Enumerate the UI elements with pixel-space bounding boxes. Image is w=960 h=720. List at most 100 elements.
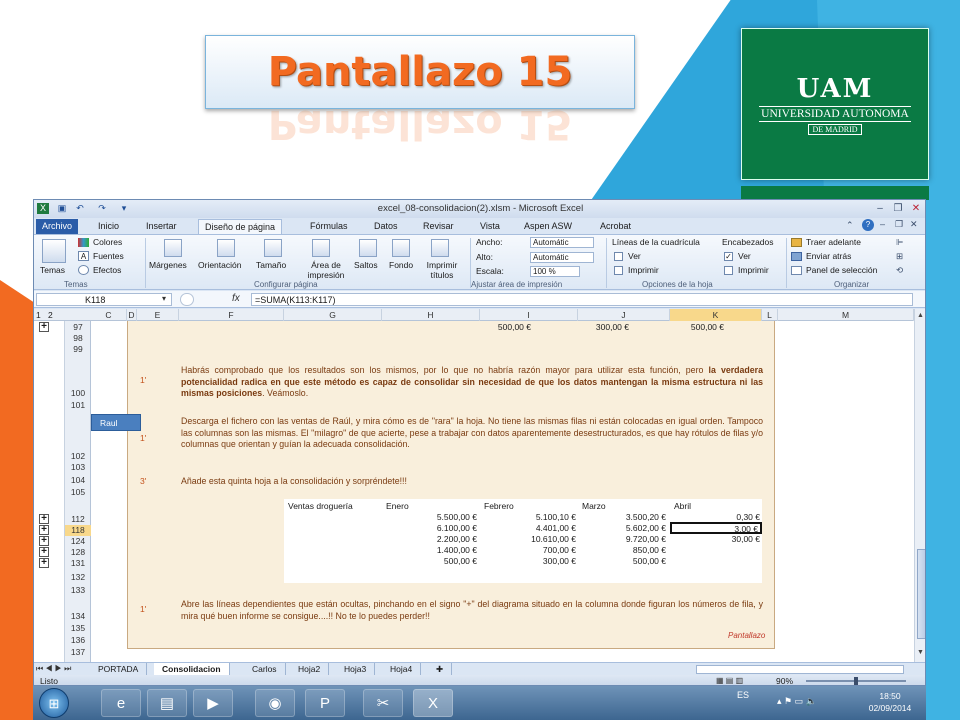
firefox-icon[interactable]: ◉: [255, 689, 295, 717]
name-box[interactable]: K118: [36, 293, 172, 306]
expand-row-128-button[interactable]: +: [39, 547, 49, 557]
ribbon-minimize-icon[interactable]: ⌃: [846, 220, 854, 231]
internet-explorer-icon[interactable]: e: [101, 689, 141, 717]
row-header[interactable]: 97: [65, 322, 91, 333]
tray-icons[interactable]: ▴ ⚑ ▭ 🔈: [777, 696, 817, 707]
tab-acrobat[interactable]: Acrobat: [594, 219, 637, 234]
selected-cell-k118[interactable]: 3,00 €: [670, 522, 762, 534]
column-header[interactable]: G: [284, 309, 382, 321]
row-header[interactable]: 128: [65, 547, 91, 558]
system-clock[interactable]: 18:50 02/09/2014: [865, 690, 915, 714]
close-icon[interactable]: ✕: [908, 202, 924, 215]
column-header[interactable]: I: [480, 309, 578, 321]
redo-icon[interactable]: ↷: [96, 203, 108, 214]
outline-level-1-button[interactable]: 1: [36, 309, 41, 321]
column-header[interactable]: M: [778, 309, 914, 321]
column-header[interactable]: L: [762, 309, 778, 321]
scale-spinner[interactable]: 100 %: [530, 266, 580, 277]
row-header[interactable]: 137: [65, 647, 91, 658]
doc-minimize-icon[interactable]: –: [880, 219, 885, 229]
zoom-slider-handle[interactable]: [854, 677, 858, 685]
gridlines-view-checkbox[interactable]: [614, 252, 623, 261]
sheet-nav-icons[interactable]: ⏮ ◀ ▶ ⏭: [36, 663, 71, 675]
undo-icon[interactable]: ↶: [74, 203, 86, 214]
colors-button[interactable]: Colores: [93, 237, 122, 247]
row-header[interactable]: 112: [65, 514, 91, 525]
bring-forward-button[interactable]: Traer adelante: [806, 237, 861, 247]
vertical-scrollbar[interactable]: ▲ ▼: [914, 309, 925, 662]
customize-qat-icon[interactable]: ▾: [118, 203, 130, 214]
media-player-icon[interactable]: ▶: [193, 689, 233, 717]
margins-button[interactable]: Márgenes: [149, 260, 187, 270]
column-header-selected[interactable]: K: [670, 309, 762, 321]
row-header[interactable]: 104: [65, 475, 91, 486]
help-icon[interactable]: ?: [862, 219, 874, 231]
group-objects-icon[interactable]: ⊞: [896, 251, 903, 262]
tab-archivo[interactable]: Archivo: [36, 219, 79, 234]
height-dropdown[interactable]: Automátic: [530, 252, 594, 263]
save-icon[interactable]: ▣: [56, 203, 68, 214]
breaks-button[interactable]: Saltos: [354, 260, 378, 270]
scroll-up-icon[interactable]: ▲: [917, 312, 924, 319]
raul-file-button[interactable]: Raul: [91, 414, 141, 431]
row-header[interactable]: 131: [65, 558, 91, 569]
restore-icon[interactable]: ❐: [890, 202, 906, 215]
column-header[interactable]: E: [137, 309, 179, 321]
print-titles-button[interactable]: Imprimir títulos: [425, 260, 459, 280]
gridlines-print-checkbox[interactable]: [614, 266, 623, 275]
size-button[interactable]: Tamaño: [256, 260, 286, 270]
row-header-selected[interactable]: 118: [65, 525, 91, 536]
outline-level-2-button[interactable]: 2: [48, 309, 53, 321]
fonts-button[interactable]: Fuentes: [93, 251, 124, 261]
row-header[interactable]: 105: [65, 487, 91, 498]
scroll-down-icon[interactable]: ▼: [917, 649, 924, 656]
insert-function-icon[interactable]: fx: [232, 293, 240, 304]
rotate-icon[interactable]: ⟲: [896, 265, 903, 276]
row-header[interactable]: 135: [65, 623, 91, 634]
row-header[interactable]: 132: [65, 572, 91, 583]
excel-app-icon[interactable]: X: [37, 203, 49, 214]
excel-taskbar-icon[interactable]: X: [413, 689, 453, 717]
expand-row-118-button[interactable]: +: [39, 525, 49, 535]
column-header[interactable]: C: [91, 309, 127, 321]
language-indicator[interactable]: ES: [737, 690, 749, 700]
horizontal-scrollbar[interactable]: [696, 665, 904, 674]
doc-restore-icon[interactable]: ❐: [895, 219, 903, 230]
formula-expand-icon[interactable]: [180, 293, 194, 306]
name-box-dropdown-icon[interactable]: ▾: [162, 294, 166, 303]
view-buttons-icon[interactable]: ▦ ▤ ▥: [716, 675, 762, 685]
zoom-level[interactable]: 90%: [776, 675, 793, 685]
row-header[interactable]: 133: [65, 585, 91, 596]
row-header[interactable]: 98: [65, 333, 91, 344]
column-header[interactable]: H: [382, 309, 480, 321]
row-header[interactable]: 100: [65, 388, 91, 399]
background-button[interactable]: Fondo: [389, 260, 413, 270]
column-header[interactable]: F: [179, 309, 284, 321]
row-header[interactable]: 134: [65, 611, 91, 622]
row-header[interactable]: 102: [65, 451, 91, 462]
tab-insertar[interactable]: Insertar: [140, 219, 183, 234]
column-header[interactable]: D: [127, 309, 137, 321]
start-button[interactable]: ⊞: [39, 688, 69, 718]
send-backward-button[interactable]: Enviar atrás: [806, 251, 851, 261]
themes-icon[interactable]: [42, 239, 66, 263]
print-area-button[interactable]: Área de impresión: [296, 260, 356, 280]
expand-row-112-button[interactable]: +: [39, 514, 49, 524]
headings-view-checkbox[interactable]: ✓: [724, 252, 733, 261]
scrollbar-thumb[interactable]: [917, 549, 925, 639]
row-header[interactable]: 124: [65, 536, 91, 547]
tab-diseno-pagina[interactable]: Diseño de página: [198, 219, 283, 234]
align-icon[interactable]: ⊫: [896, 237, 903, 248]
column-header[interactable]: J: [578, 309, 670, 321]
snipping-tool-icon[interactable]: ✂: [363, 689, 403, 717]
minimize-icon[interactable]: –: [872, 202, 888, 215]
row-header[interactable]: 101: [65, 400, 91, 411]
worksheet-grid[interactable]: + + + + + + 97 98 99 100 101 102 103 104…: [34, 321, 914, 662]
row-header[interactable]: 103: [65, 462, 91, 473]
orientation-button[interactable]: Orientación: [198, 260, 241, 270]
selection-pane-button[interactable]: Panel de selección: [806, 265, 877, 275]
effects-button[interactable]: Efectos: [93, 265, 121, 275]
expand-row-97-button[interactable]: +: [39, 322, 49, 332]
tab-datos[interactable]: Datos: [368, 219, 404, 234]
expand-row-131-button[interactable]: +: [39, 558, 49, 568]
